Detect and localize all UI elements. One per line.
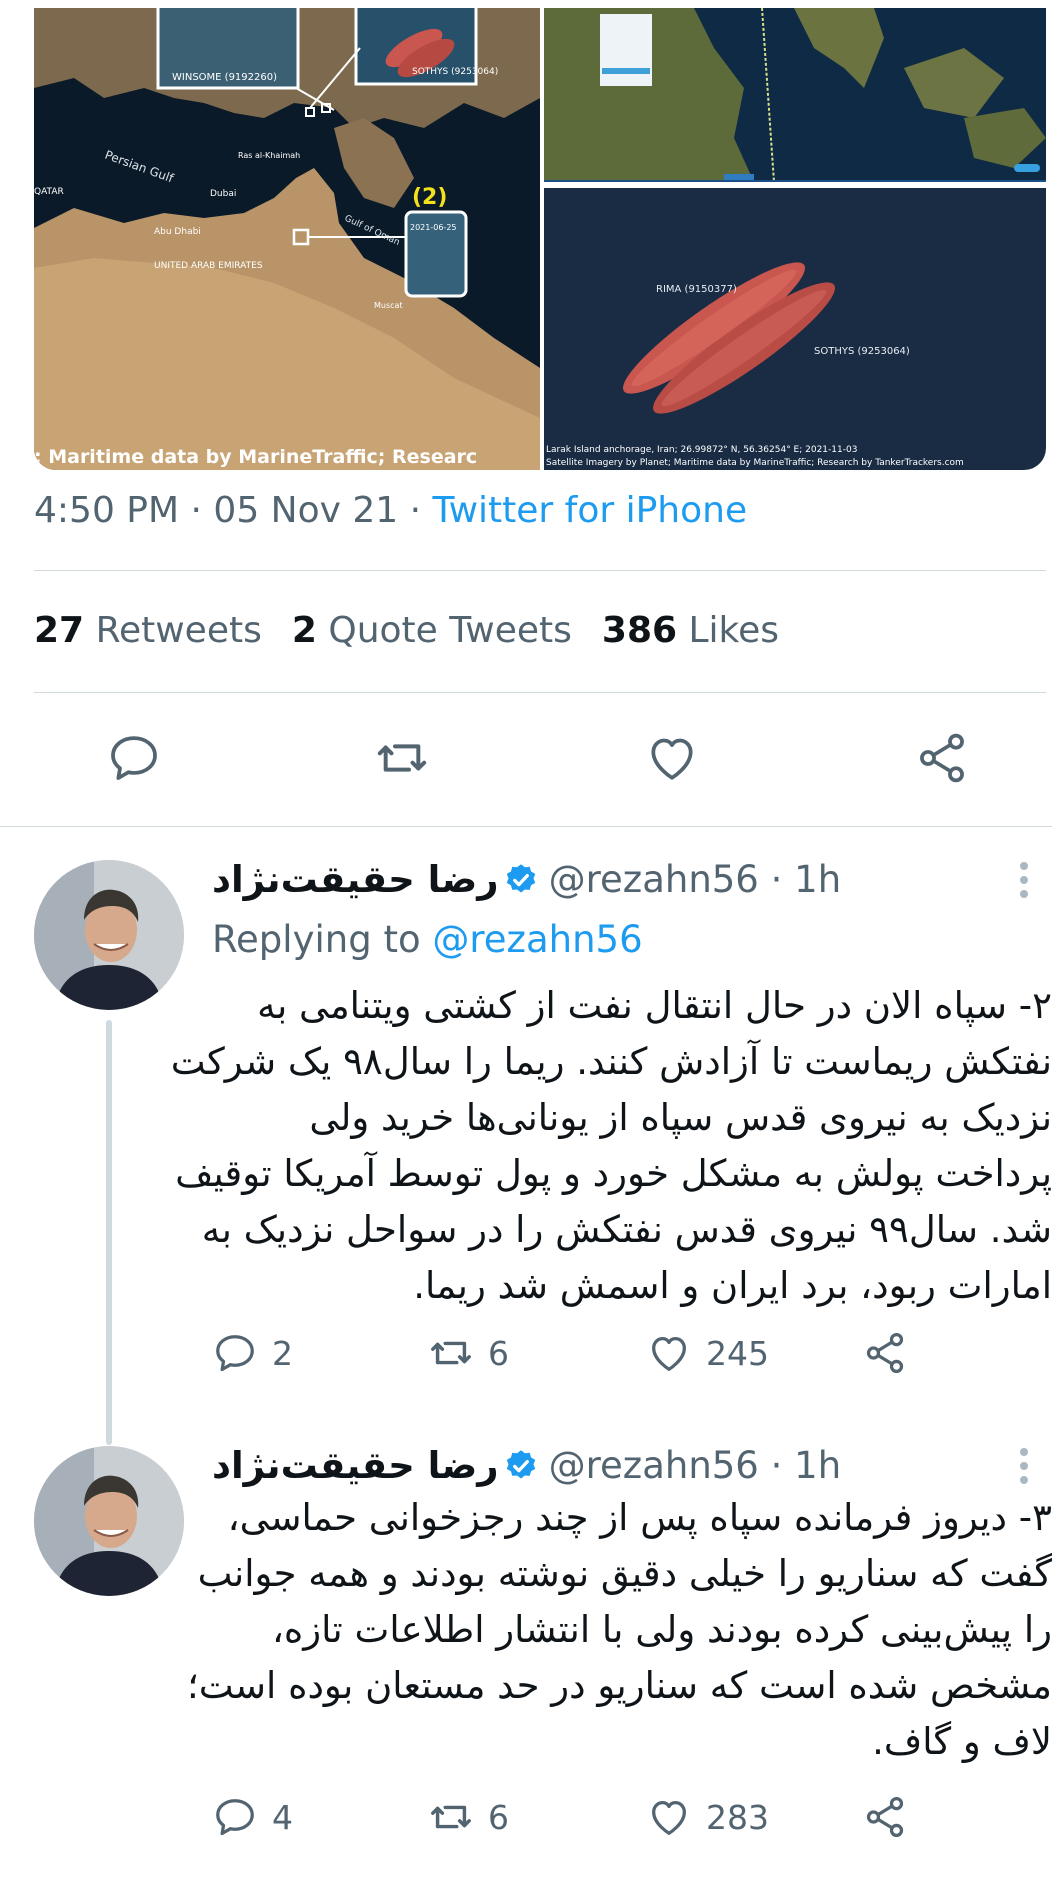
- map-label-ras-al-khaimah: Ras al-Khaimah: [238, 151, 300, 160]
- divider: [34, 570, 1046, 571]
- reply-1-retweet-button[interactable]: 6: [428, 1330, 509, 1380]
- map-inset-date: 2021-06-25: [410, 223, 457, 232]
- share-icon: [920, 733, 964, 783]
- verified-badge-icon: [506, 1450, 535, 1479]
- quote-tweets-stat[interactable]: 2 Quote Tweets: [292, 610, 572, 651]
- retweet-icon: [431, 1341, 471, 1365]
- replying-to-handle-link[interactable]: @rezahn56: [432, 918, 642, 961]
- author-handle[interactable]: @rezahn56: [549, 1444, 759, 1487]
- reply-1-like-button[interactable]: 245: [646, 1330, 769, 1380]
- retweet-button[interactable]: [374, 730, 430, 786]
- tweet-media-grid: WINSOME (9192260) SOTHYS (9253064) Persi…: [34, 8, 1046, 470]
- more-options-button[interactable]: [1016, 860, 1032, 900]
- tweet-stats: 27 Retweets 2 Quote Tweets 386 Likes: [34, 610, 779, 651]
- map-label-abu-dhabi: Abu Dhabi: [154, 227, 201, 237]
- more-options-button[interactable]: [1016, 1446, 1032, 1486]
- retweet-icon: [377, 744, 427, 772]
- verified-badge-icon: [506, 864, 535, 893]
- satellite-caption-1: Larak Island anchorage, Iran; 26.99872° …: [546, 445, 857, 455]
- heart-icon: [652, 1336, 686, 1371]
- reply-button[interactable]: [106, 730, 162, 786]
- author-handle[interactable]: @rezahn56: [549, 858, 759, 901]
- reply-2-reply-button[interactable]: 4: [212, 1794, 293, 1844]
- tweet-meta: 4:50 PM · 05 Nov 21 · Twitter for iPhone: [34, 490, 747, 531]
- tweet-time: 4:50 PM: [34, 490, 180, 531]
- map-caption: : Maritime data by MarineTraffic; Resear…: [34, 446, 477, 468]
- reply-icon: [216, 1799, 254, 1836]
- reply-time[interactable]: 1h: [794, 1444, 841, 1487]
- reply-1-text: ۲- سپاه الان در حال انتقال نفت از کشتی و…: [170, 984, 1052, 1307]
- thread-connector-line: [106, 1020, 112, 1445]
- replying-to: Replying to @rezahn56: [212, 918, 643, 961]
- retweets-stat[interactable]: 27 Retweets: [34, 610, 262, 651]
- reply-1-share-button[interactable]: [862, 1330, 908, 1380]
- map-marker-label: (2): [412, 185, 447, 210]
- share-icon: [866, 1796, 904, 1838]
- heart-icon: [651, 738, 693, 780]
- avatar[interactable]: [34, 1446, 184, 1596]
- share-icon: [866, 1332, 904, 1374]
- reply-2-like-button[interactable]: 283: [646, 1794, 769, 1844]
- ship-label-sothys: SOTHYS (9253064): [814, 346, 910, 357]
- tracking-map-image[interactable]: [544, 8, 1046, 182]
- map-label-muscat: Muscat: [374, 301, 403, 310]
- tweet-date: 05 Nov 21: [213, 490, 399, 531]
- likes-stat[interactable]: 386 Likes: [602, 610, 779, 651]
- share-button[interactable]: [914, 730, 970, 786]
- like-button[interactable]: [644, 730, 700, 786]
- avatar[interactable]: [34, 860, 184, 1010]
- map-label-uae: UNITED ARAB EMIRATES: [154, 261, 263, 271]
- reply-2-text: ۳- دیروز فرمانده سپاه پس از چند رجزخوانی…: [186, 1496, 1052, 1763]
- divider: [0, 826, 1052, 827]
- author-name[interactable]: رضا حقیقت‌نژاد: [212, 858, 499, 901]
- heart-icon: [652, 1800, 686, 1835]
- satellite-caption-2: Satellite Imagery by Planet; Maritime da…: [546, 458, 964, 468]
- meta-separator: ·: [770, 1444, 783, 1487]
- meta-separator: ·: [409, 490, 422, 531]
- reply-icon: [216, 1335, 254, 1372]
- divider: [34, 692, 1046, 693]
- retweet-icon: [431, 1805, 471, 1829]
- map-label-qatar: QATAR: [34, 187, 64, 197]
- reply-2-share-button[interactable]: [862, 1794, 908, 1844]
- map-label-dubai: Dubai: [210, 189, 236, 199]
- tweet-action-bar: [0, 730, 1052, 800]
- reply-1-header: رضا حقیقت‌نژاد @rezahn56 · 1h: [212, 858, 841, 901]
- more-dots-icon: [1020, 1448, 1028, 1484]
- meta-separator: ·: [190, 490, 202, 531]
- satellite-image[interactable]: RIMA (9150377) SOTHYS (9253064) Larak Is…: [544, 188, 1046, 470]
- ship-label-rima: RIMA (9150377): [656, 284, 737, 295]
- inset-label-sothys: SOTHYS (9253064): [412, 67, 498, 77]
- reply-1-reply-button[interactable]: 2: [212, 1330, 293, 1380]
- meta-separator: ·: [770, 858, 783, 901]
- reply-2-retweet-button[interactable]: 6: [428, 1794, 509, 1844]
- reply-2-header: رضا حقیقت‌نژاد @rezahn56 · 1h: [212, 1444, 841, 1487]
- reply-icon: [111, 736, 157, 780]
- map-image[interactable]: WINSOME (9192260) SOTHYS (9253064) Persi…: [34, 8, 540, 470]
- more-dots-icon: [1020, 862, 1028, 898]
- tweet-source-link[interactable]: Twitter for iPhone: [433, 490, 748, 531]
- inset-label-winsome: WINSOME (9192260): [172, 72, 277, 83]
- reply-time[interactable]: 1h: [794, 858, 841, 901]
- author-name[interactable]: رضا حقیقت‌نژاد: [212, 1444, 499, 1487]
